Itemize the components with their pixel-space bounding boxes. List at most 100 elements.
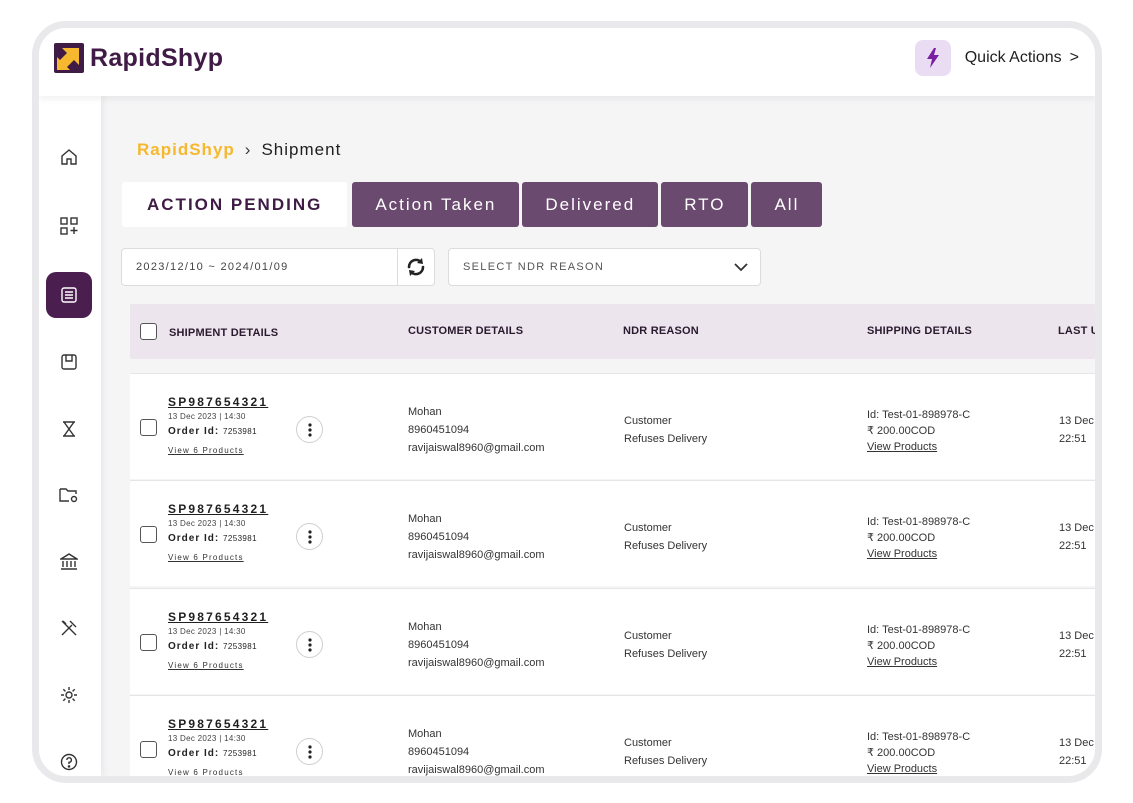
order-id-label: Order Id: (168, 641, 220, 652)
ndr-reason-line2: Refuses Delivery (624, 648, 708, 660)
row-actions-button[interactable] (296, 631, 323, 658)
sidebar-item-shipments[interactable] (46, 272, 92, 318)
last-update-date: 13 Dec (1059, 737, 1094, 749)
row-actions-button[interactable] (296, 416, 323, 443)
main-content: RapidShyp › Shipment ACTION PENDING Acti… (101, 96, 1095, 776)
tab-action-taken[interactable]: Action Taken (352, 182, 520, 227)
sidebar-item-pending[interactable] (46, 406, 92, 452)
customer-name: Mohan (408, 513, 442, 525)
table-row: SP987654321 13 Dec 2023 | 14:30 Order Id… (130, 480, 1095, 586)
row-checkbox[interactable] (140, 526, 157, 543)
date-range-picker[interactable]: 2023/12/10 ~ 2024/01/09 (121, 248, 435, 286)
ndr-reason-line2: Refuses Delivery (624, 755, 708, 767)
row-checkbox[interactable] (140, 741, 157, 758)
quick-actions-label: Quick Actions (964, 49, 1062, 66)
shipment-id-link[interactable]: SP987654321 (168, 717, 268, 731)
shipment-id-link[interactable]: SP987654321 (168, 610, 268, 624)
shipping-id: Id: Test-01-898978-C (867, 731, 971, 743)
sidebar-item-tools[interactable] (46, 605, 92, 651)
customer-email: ravijaiswal8960@gmail.com (408, 442, 545, 454)
sidebar-item-files[interactable] (46, 472, 92, 518)
shipment-date: 13 Dec 2023 | 14:30 (168, 412, 246, 421)
home-icon (61, 149, 77, 165)
hourglass-icon (63, 421, 75, 437)
last-update: 13 Dec 22:51 (1059, 627, 1094, 663)
view-6-products-link[interactable]: View 6 Products (168, 553, 244, 562)
tools-icon (61, 620, 77, 636)
view-6-products-link[interactable]: View 6 Products (168, 661, 244, 670)
customer-details: Mohan 8960451094 ravijaiswal8960@gmail.c… (408, 510, 545, 564)
ndr-reason-line1: Customer (624, 737, 672, 749)
ndr-reason-select[interactable]: SELECT NDR REASON (448, 248, 761, 286)
view-products-link[interactable]: View Products (867, 761, 970, 776)
order-id-label: Order Id: (168, 533, 220, 544)
ndr-reason-line2: Refuses Delivery (624, 433, 708, 445)
sidebar-item-help[interactable] (46, 739, 92, 776)
row-actions-button[interactable] (296, 523, 323, 550)
shipping-details: Id: Test-01-898978-C ₹ 200.00COD View Pr… (867, 622, 970, 670)
row-actions-button[interactable] (296, 738, 323, 765)
tab-delivered[interactable]: Delivered (522, 182, 659, 227)
order-id-value: 7253981 (223, 642, 257, 651)
customer-email: ravijaiswal8960@gmail.com (408, 549, 545, 561)
row-checkbox[interactable] (140, 419, 157, 436)
date-range-value: 2023/12/10 ~ 2024/01/09 (136, 261, 289, 273)
lightning-icon (914, 40, 951, 76)
bank-icon (60, 553, 78, 570)
tab-all[interactable]: All (751, 182, 823, 227)
col-ndr-reason: NDR REASON (623, 325, 699, 337)
order-id-value: 7253981 (223, 749, 257, 758)
quick-actions-button[interactable]: Quick Actions > (914, 40, 1079, 76)
ndr-reason-line2: Refuses Delivery (624, 540, 708, 552)
view-products-link[interactable]: View Products (867, 654, 970, 670)
select-all-checkbox[interactable] (140, 323, 157, 340)
brand-name: RapidShyp (90, 43, 224, 72)
last-update-date: 13 Dec (1059, 415, 1094, 427)
shipment-id-link[interactable]: SP987654321 (168, 395, 268, 409)
last-update: 13 Dec 22:51 (1059, 734, 1094, 770)
last-update-time: 22:51 (1059, 433, 1087, 445)
sidebar-item-packages[interactable] (46, 339, 92, 385)
view-6-products-link[interactable]: View 6 Products (168, 446, 244, 455)
breadcrumb-current: Shipment (261, 140, 342, 159)
shipping-amount: ₹ 200.00COD (867, 425, 936, 437)
folder-settings-icon (59, 488, 78, 503)
chevron-right-icon: > (1069, 49, 1079, 66)
col-shipping-details: SHIPPING DETAILS (867, 325, 973, 337)
order-id-value: 7253981 (223, 427, 257, 436)
customer-details: Mohan 8960451094 ravijaiswal8960@gmail.c… (408, 618, 545, 672)
last-update-date: 13 Dec (1059, 630, 1094, 642)
list-icon (61, 287, 77, 303)
breadcrumb: RapidShyp › Shipment (137, 140, 341, 160)
customer-phone: 8960451094 (408, 531, 470, 543)
more-vertical-icon (307, 422, 312, 437)
last-update: 13 Dec 22:51 (1059, 412, 1094, 448)
sidebar-item-home[interactable] (46, 134, 92, 180)
app-window: RapidShyp Quick Actions > RapidShyp › Sh… (32, 21, 1102, 783)
table-row: SP987654321 13 Dec 2023 | 14:30 Order Id… (130, 588, 1095, 694)
col-customer-details: CUSTOMER DETAILS (408, 325, 524, 337)
col-last-update: LAST UI (1058, 325, 1102, 337)
package-box-icon (61, 354, 77, 370)
chevron-down-icon (734, 262, 748, 271)
tab-rto[interactable]: RTO (661, 182, 749, 227)
refresh-button[interactable] (397, 248, 434, 286)
view-products-link[interactable]: View Products (867, 546, 970, 562)
table-header: SHIPMENT DETAILS CUSTOMER DETAILS NDR RE… (130, 304, 1095, 359)
status-tabs: ACTION PENDING Action Taken Delivered RT… (122, 182, 823, 227)
view-products-link[interactable]: View Products (867, 439, 970, 455)
sidebar-item-apps[interactable] (46, 203, 92, 249)
sidebar-item-settings[interactable] (46, 672, 92, 718)
sidebar-item-bank[interactable] (46, 539, 92, 585)
customer-phone: 8960451094 (408, 746, 470, 758)
shipment-id-link[interactable]: SP987654321 (168, 502, 268, 516)
view-6-products-link[interactable]: View 6 Products (168, 768, 244, 776)
more-vertical-icon (307, 744, 312, 759)
top-bar: RapidShyp Quick Actions > (39, 28, 1095, 96)
breadcrumb-root-link[interactable]: RapidShyp (137, 140, 235, 160)
shipping-details: Id: Test-01-898978-C ₹ 200.00COD View Pr… (867, 514, 970, 562)
customer-name: Mohan (408, 728, 442, 740)
brand-logo[interactable]: RapidShyp (54, 43, 223, 73)
row-checkbox[interactable] (140, 634, 157, 651)
tab-action-pending[interactable]: ACTION PENDING (122, 182, 348, 227)
